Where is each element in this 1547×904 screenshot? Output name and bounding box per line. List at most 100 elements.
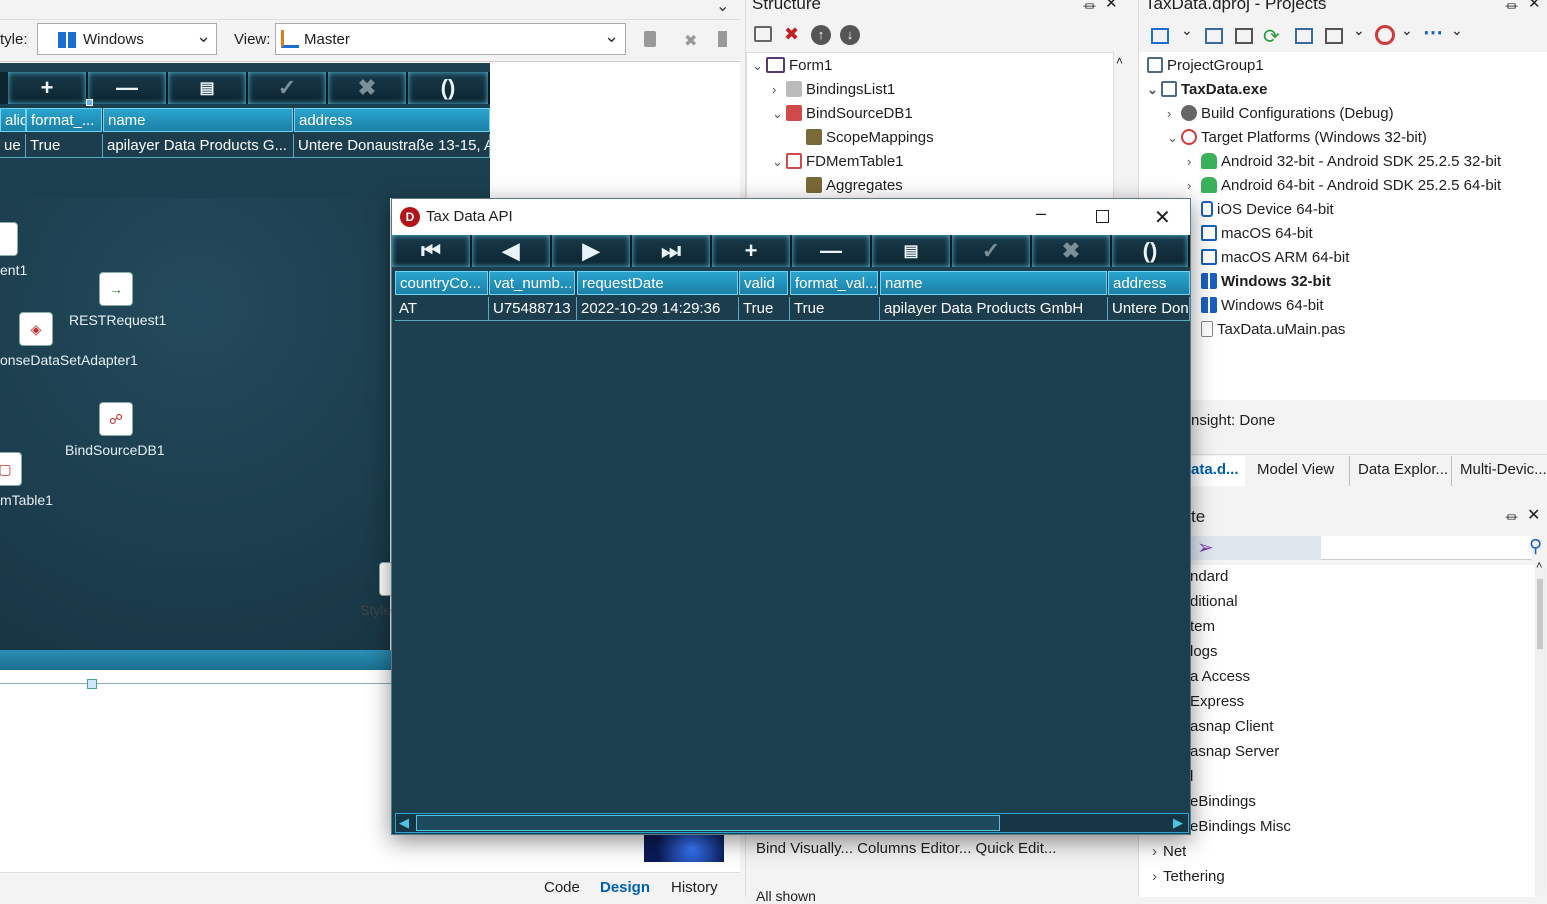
insert-button[interactable]: + bbox=[712, 235, 792, 267]
grid-cell[interactable]: True bbox=[739, 297, 790, 321]
tab-data-explorer[interactable]: Data Explor... bbox=[1349, 456, 1448, 486]
build-icon[interactable] bbox=[1295, 28, 1313, 44]
tree-item[interactable]: ⌄ BindSourceDB1 bbox=[772, 102, 913, 126]
chevron-down-icon[interactable]: ⌄ bbox=[1401, 22, 1413, 39]
grid-header[interactable]: address bbox=[294, 108, 490, 132]
close-icon[interactable]: ✕ bbox=[1527, 505, 1540, 525]
cancel-button[interactable]: ✖ bbox=[1032, 235, 1112, 267]
cancel-button[interactable]: ✖ bbox=[328, 72, 408, 104]
pin-icon[interactable]: ⏛ bbox=[1083, 0, 1096, 15]
grid-header[interactable]: format_val... bbox=[790, 271, 878, 295]
grid-cell[interactable]: 2022-10-29 14:29:36 bbox=[577, 297, 739, 321]
scroll-left-icon[interactable]: ◀ bbox=[399, 815, 409, 831]
close-icon[interactable]: ✕ bbox=[1528, 0, 1541, 12]
grid-header[interactable]: alid bbox=[0, 108, 26, 132]
add-icon[interactable] bbox=[1205, 28, 1223, 44]
palette-category[interactable]: Express bbox=[1190, 693, 1244, 710]
grid-header[interactable]: countryCo... bbox=[395, 271, 488, 295]
tree-item[interactable]: ⌄ Form1 bbox=[752, 54, 832, 78]
tree-item[interactable]: › BindingsList1 bbox=[772, 78, 895, 102]
tree-item[interactable]: › Build Configurations (Debug) bbox=[1167, 102, 1394, 126]
sync-icon[interactable]: ⟳ bbox=[1263, 24, 1280, 49]
post-button[interactable]: ✓ bbox=[248, 72, 328, 104]
style-select[interactable]: Windows ⌄ bbox=[37, 23, 217, 55]
scroll-right-icon[interactable]: ▶ bbox=[1173, 815, 1183, 831]
delete-button[interactable]: — bbox=[88, 72, 168, 104]
minimize-button[interactable]: – bbox=[1036, 203, 1046, 224]
bindsource-icon[interactable]: ☍ bbox=[99, 402, 133, 436]
tree-item[interactable]: › Android 32-bit - Android SDK 25.2.5 32-… bbox=[1187, 150, 1501, 174]
tree-item[interactable]: ›Windows 32-bit bbox=[1187, 270, 1331, 294]
palette-category[interactable]: › Net bbox=[1152, 843, 1186, 860]
grid-header[interactable]: vat_numb... bbox=[489, 271, 575, 295]
tab-code[interactable]: Code bbox=[544, 879, 580, 896]
delete-item-icon[interactable]: ✖ bbox=[784, 24, 799, 45]
refresh-button[interactable]: () bbox=[408, 72, 490, 104]
maximize-button[interactable] bbox=[1096, 210, 1109, 223]
view-select[interactable]: Master ⌄ bbox=[275, 23, 626, 55]
search-icon[interactable]: ⚲ bbox=[1529, 536, 1542, 557]
grid-cell[interactable]: ue bbox=[0, 134, 26, 158]
target-icon[interactable] bbox=[1375, 25, 1395, 45]
selection-handle[interactable] bbox=[86, 99, 93, 106]
palette-category[interactable]: asnap Client bbox=[1190, 718, 1273, 735]
grid-header[interactable]: format_... bbox=[26, 108, 102, 132]
tab-multi-device[interactable]: Multi-Devic... bbox=[1451, 456, 1547, 486]
chevron-down-icon[interactable]: ⌄ bbox=[1181, 22, 1193, 39]
cursor-icon[interactable]: ➢ bbox=[1197, 535, 1214, 560]
palette-category[interactable]: a Access bbox=[1190, 668, 1250, 685]
remove-icon[interactable] bbox=[1235, 28, 1253, 44]
tree-item[interactable]: ⌄ Target Platforms (Windows 32-bit) bbox=[1167, 126, 1427, 150]
tree-item[interactable]: ›macOS 64-bit bbox=[1187, 222, 1313, 246]
close-icon[interactable]: ✕ bbox=[1105, 0, 1118, 12]
tree-item[interactable]: ›Windows 64-bit bbox=[1187, 294, 1324, 318]
tab-history[interactable]: History bbox=[671, 879, 718, 896]
next-record-button[interactable]: ▶ bbox=[552, 235, 632, 267]
palette-category[interactable]: eBindings bbox=[1190, 793, 1256, 810]
palette-category[interactable]: ditional bbox=[1190, 593, 1238, 610]
tree-item[interactable]: Aggregates bbox=[806, 174, 903, 198]
tree-item[interactable]: TaxData.uMain.pas bbox=[1187, 318, 1345, 342]
close-button[interactable]: ✕ bbox=[1154, 205, 1171, 230]
scroll-up-icon[interactable]: ˄ bbox=[1536, 560, 1542, 572]
grid-cell[interactable]: True bbox=[26, 134, 103, 158]
tree-item[interactable]: ProjectGroup1 bbox=[1147, 54, 1264, 78]
grid-header[interactable]: name bbox=[103, 108, 293, 132]
palette-category[interactable]: ndard bbox=[1190, 568, 1228, 585]
grid-header[interactable]: requestDate bbox=[577, 271, 738, 295]
palette-category[interactable]: eBindings Misc bbox=[1190, 818, 1291, 835]
tree-item[interactable]: › Android 64-bit - Android SDK 25.2.5 64-… bbox=[1187, 174, 1501, 198]
title-bar[interactable]: D Tax Data API – ✕ bbox=[392, 199, 1190, 235]
palette-category[interactable]: asnap Server bbox=[1190, 743, 1279, 760]
tab-design[interactable]: Design bbox=[600, 879, 650, 896]
palette-category[interactable]: tem bbox=[1190, 618, 1215, 635]
grid-cell[interactable]: True bbox=[790, 297, 880, 321]
more-icon[interactable]: ⋯ bbox=[1423, 20, 1443, 45]
palette-search-input[interactable] bbox=[1321, 536, 1531, 560]
pin-icon[interactable]: ⏛ bbox=[1505, 0, 1518, 15]
chevron-down-icon[interactable]: ⌄ bbox=[1353, 22, 1365, 39]
rest-request-icon[interactable]: → bbox=[99, 272, 133, 306]
memtable-icon[interactable]: ▢ bbox=[0, 452, 22, 486]
edit-button[interactable]: ▤ bbox=[168, 72, 248, 104]
tree-item[interactable]: ⌄ TaxData.exe bbox=[1147, 78, 1267, 102]
tree-item[interactable]: ›macOS ARM 64-bit bbox=[1187, 246, 1349, 270]
tree-item[interactable]: ⌄ FDMemTable1 bbox=[772, 150, 904, 174]
toolbar-icon[interactable] bbox=[718, 31, 727, 47]
tree-item[interactable]: ScopeMappings bbox=[806, 126, 934, 150]
grid-header[interactable]: valid bbox=[739, 271, 788, 295]
palette-category[interactable]: logs bbox=[1190, 643, 1218, 660]
palette-category[interactable]: › Tethering bbox=[1152, 868, 1225, 885]
tools-icon[interactable]: ✖ bbox=[684, 31, 702, 50]
grid-cell[interactable]: AT bbox=[395, 297, 489, 321]
post-button[interactable]: ✓ bbox=[952, 235, 1032, 267]
first-record-button[interactable]: ⏮ bbox=[392, 235, 472, 267]
move-up-icon[interactable]: ↑ bbox=[811, 25, 831, 45]
edit-button[interactable]: ▤ bbox=[872, 235, 952, 267]
palette-scrollbar[interactable] bbox=[1535, 565, 1545, 895]
chevron-down-icon[interactable]: ⌄ bbox=[1451, 22, 1463, 39]
refresh-button[interactable]: () bbox=[1112, 235, 1190, 267]
grid-cell[interactable]: U75488713 bbox=[489, 297, 577, 321]
insert-button[interactable]: + bbox=[8, 72, 88, 104]
tab-model-view[interactable]: Model View bbox=[1257, 456, 1334, 486]
